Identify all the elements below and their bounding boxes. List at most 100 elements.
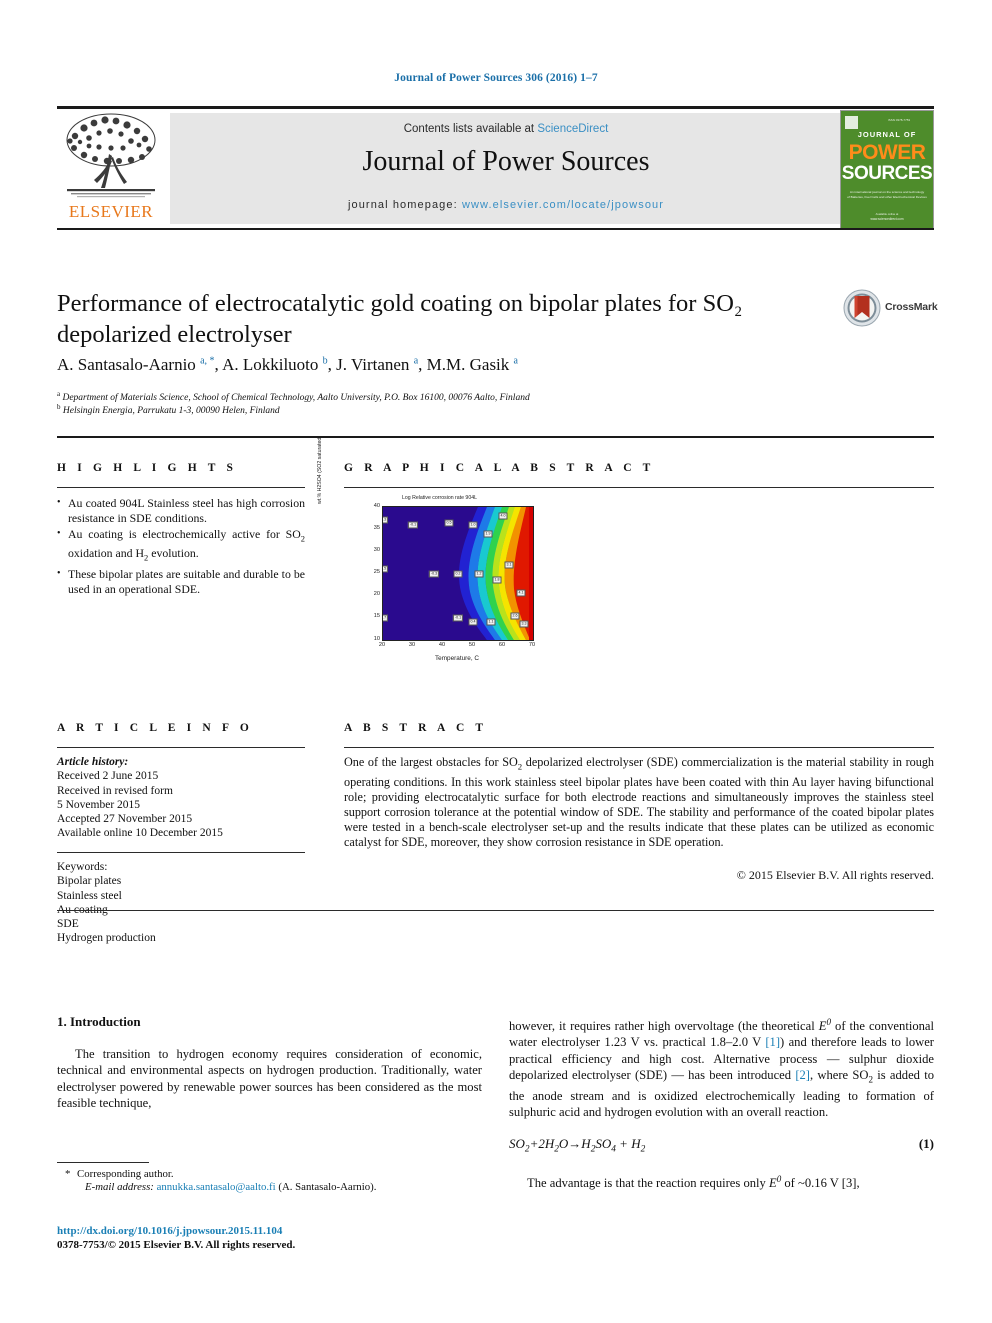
svg-text:JOURNAL OF: JOURNAL OF	[858, 130, 917, 139]
affiliation-b-text: Helsingin Energia, Parrukatu 1-3, 00090 …	[62, 406, 280, 417]
masthead-top-rule	[57, 106, 934, 109]
chart-data-label: 1.0	[468, 521, 478, 529]
sciencedirect-link[interactable]: ScienceDirect	[537, 123, 608, 135]
list-item: These bipolar plates are suitable and du…	[68, 567, 305, 596]
contents-prefix: Contents lists available at	[403, 123, 538, 135]
chart-x-tick: 30	[408, 642, 416, 648]
article-history-label: Article history:	[57, 756, 129, 768]
keyword-item: SDE	[57, 918, 79, 931]
elsevier-tree-icon	[66, 113, 156, 198]
body-column-left: 1. Introduction The transition to hydrog…	[57, 1014, 482, 1111]
svg-text:www.sciencedirect.com: www.sciencedirect.com	[870, 217, 903, 221]
graphical-abstract-rule	[344, 487, 934, 488]
chart-data-label: 3.3	[519, 620, 529, 628]
chart-data-label: 4.1	[516, 589, 526, 597]
history-item: Available online 10 December 2015	[57, 827, 223, 840]
svg-text:An international journal on th: An international journal on the science …	[850, 190, 925, 194]
doi-link[interactable]: http://dx.doi.org/10.1016/j.jpowsour.201…	[57, 1225, 282, 1237]
running-head: Journal of Power Sources 306 (2016) 1–7	[394, 72, 598, 84]
intro-paragraph: The transition to hydrogen economy requi…	[57, 1047, 482, 1110]
keywords-label: Keywords:	[57, 861, 108, 873]
abstract-block-top-rule	[57, 436, 934, 438]
chart-data-label: -0.3	[428, 570, 440, 577]
paper-page: Journal of Power Sources 306 (2016) 1–7	[0, 0, 992, 1323]
chart-data-label: 1.8	[492, 576, 502, 584]
article-history: Article history: Received 2 June 2015 Re…	[57, 755, 305, 841]
chart-x-tick: 70	[528, 642, 536, 648]
list-item: Au coated 904L Stainless steel has high …	[68, 496, 305, 525]
abstract-block-bottom-rule	[57, 910, 934, 911]
keywords-rule	[57, 852, 305, 853]
chart-y-tick: 20	[373, 591, 380, 598]
asterisk-icon: *	[65, 1168, 71, 1180]
chart-y-ticks: 10 15 20 25 30 35 40	[362, 503, 380, 642]
journal-homepage-line: journal homepage: www.elsevier.com/locat…	[170, 199, 842, 211]
chart-data-label: 3.1	[504, 561, 514, 569]
chart-data-label: 1.1	[486, 618, 496, 626]
keyword-item: Stainless steel	[57, 889, 122, 902]
elsevier-wordmark: ELSEVIER	[68, 202, 154, 221]
history-item: Accepted 27 November 2015	[57, 813, 193, 826]
journal-masthead: ELSEVIER Contents lists available at Sci…	[57, 110, 934, 229]
chart-data-label: 0.5	[444, 519, 454, 527]
email-line: E-mail address: annukka.santasalo@aalto.…	[57, 1181, 482, 1194]
crossmark-icon	[843, 289, 881, 327]
homepage-label: journal homepage:	[347, 199, 462, 211]
graphical-abstract-heading: G R A P H I C A L A B S T R A C T	[344, 462, 655, 474]
section-heading-introduction: 1. Introduction	[57, 1014, 141, 1029]
svg-text:ISSN 0378-7753: ISSN 0378-7753	[888, 118, 911, 122]
chart-y-tick: 25	[373, 569, 380, 575]
chart-x-axis-label: Temperature, C	[434, 655, 480, 662]
chart-data-label: 4.0	[498, 512, 508, 520]
abstract-heading: A B S T R A C T	[344, 722, 488, 734]
crossmark-badge[interactable]: CrossMark	[843, 289, 938, 329]
highlights-heading: H I G H L I G H T S	[57, 462, 238, 474]
chart-y-tick: 15	[373, 613, 380, 620]
list-item: Au coating is electrochemically active f…	[68, 527, 305, 565]
chart-x-tick: 50	[468, 642, 476, 648]
affiliation-b: b Helsingin Energia, Parrukatu 1-3, 0009…	[57, 403, 280, 417]
chart-data-label: 1.2	[474, 570, 484, 577]
journal-cover-thumbnail: ISSN 0378-7753 JOURNAL OF POWER SOURCES …	[840, 110, 934, 229]
history-item: 5 November 2015	[57, 798, 141, 811]
chart-y-tick: 10	[373, 635, 380, 642]
chart-y-axis-label: wt.% H2SO4 (SO2 saturated)	[317, 435, 323, 505]
chart-data-label: 2.6	[510, 612, 520, 620]
chart-x-ticks: 20 30 40 50 60 70	[379, 642, 535, 652]
chart-x-tick: 20	[378, 642, 386, 648]
chart-data-label: -0.5	[383, 565, 389, 573]
abstract-copyright: © 2015 Elsevier B.V. All rights reserved…	[736, 868, 934, 882]
homepage-url[interactable]: www.elsevier.com/locate/jpowsour	[462, 199, 664, 211]
masthead-center-panel: Contents lists available at ScienceDirec…	[170, 113, 842, 224]
chart-data-label: -0.7	[383, 614, 389, 622]
chart-data-label: 0.4	[468, 618, 478, 626]
contents-line: Contents lists available at ScienceDirec…	[170, 123, 842, 135]
citation-ref-2[interactable]: [2]	[795, 1068, 810, 1082]
email-owner: (A. Santasalo-Aarnio).	[278, 1181, 377, 1194]
corresponding-author-text: Corresponding author.	[77, 1168, 174, 1180]
svg-text:POWER: POWER	[849, 141, 926, 164]
email-link[interactable]: annukka.santasalo@aalto.fi	[157, 1181, 276, 1193]
chart-x-tick: 40	[438, 642, 446, 648]
footnote-block: * Corresponding author. E-mail address: …	[57, 1168, 482, 1195]
equation-1-number: (1)	[918, 1135, 934, 1151]
intro-continuation-paragraph: however, it requires rather high overvol…	[509, 1017, 935, 1119]
keywords-block: Keywords: Bipolar plates Stainless steel…	[57, 860, 305, 946]
keyword-item: Hydrogen production	[57, 932, 156, 945]
author-list: A. Santasalo-Aarnio a, *, A. Lokkiluoto …	[57, 355, 518, 374]
citation-ref-1[interactable]: [1]	[765, 1035, 780, 1049]
issn-copyright-line: 0378-7753/© 2015 Elsevier B.V. All right…	[57, 1239, 296, 1251]
equation-1-expression: SO2+2H2O→H2SO4 + H2	[509, 1135, 646, 1155]
highlights-list: Au coated 904L Stainless steel has high …	[57, 496, 305, 598]
highlights-rule	[57, 487, 305, 488]
email-label: E-mail address:	[85, 1181, 154, 1194]
chart-x-tick: 60	[498, 642, 506, 648]
svg-text:of Batteries, Fuel Cells and o: of Batteries, Fuel Cells and other Elect…	[847, 195, 927, 199]
graphical-abstract-figure: Log Relative corrosion rate 904L wt.% H2…	[317, 436, 640, 680]
chart-plot-area: -0.3 -0.5 -0.7 -0.1 -0.3 0.5 0.2 -0.1 1.0 0.4 1.2 1…	[382, 506, 534, 641]
journal-cover-art: ISSN 0378-7753 JOURNAL OF POWER SOURCES …	[841, 111, 933, 228]
history-item: Received 2 June 2015	[57, 770, 159, 783]
svg-text:Available online at: Available online at	[876, 212, 899, 216]
equation-1: SO2+2H2O→H2SO4 + H2 (1)	[509, 1136, 934, 1158]
chart-data-label: 1.9	[483, 530, 493, 538]
